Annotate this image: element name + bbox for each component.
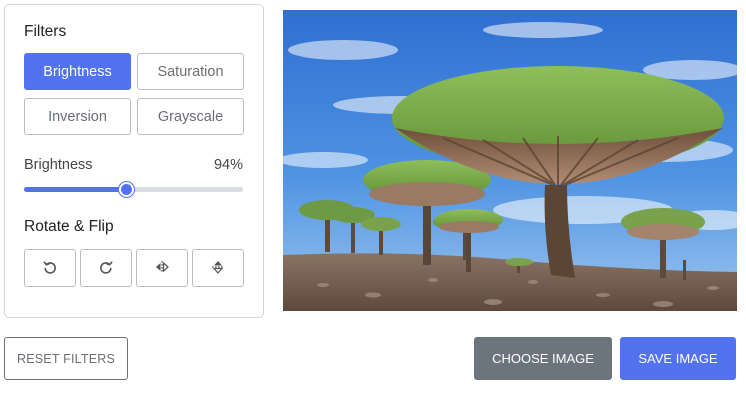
rotate-right-button[interactable] [80, 249, 132, 287]
rotate-left-button[interactable] [24, 249, 76, 287]
image-preview [283, 10, 737, 311]
flip-vertical-button[interactable] [192, 249, 244, 287]
brightness-slider[interactable] [24, 182, 243, 197]
dragon-blood-tree-photo [283, 10, 737, 311]
flip-horizontal-button[interactable] [136, 249, 188, 287]
filter-inversion-button[interactable]: Inversion [24, 98, 131, 135]
slider-name-label: Brightness [24, 157, 93, 173]
flip-horizontal-icon [154, 259, 170, 278]
slider-fill [24, 187, 127, 192]
filter-grayscale-button[interactable]: Grayscale [137, 98, 244, 135]
slider-thumb[interactable] [119, 182, 135, 197]
filters-title: Filters [24, 23, 67, 40]
filters-panel: Filters Brightness Saturation Inversion … [4, 4, 264, 318]
rotate-left-icon [42, 259, 58, 278]
choose-image-button[interactable]: CHOOSE IMAGE [474, 337, 612, 380]
rotate-right-icon [98, 259, 114, 278]
save-image-button[interactable]: SAVE IMAGE [620, 337, 736, 380]
reset-filters-button[interactable]: RESET FILTERS [4, 337, 128, 380]
filter-brightness-button[interactable]: Brightness [24, 53, 131, 90]
slider-value-label: 94% [213, 157, 243, 173]
filter-saturation-button[interactable]: Saturation [137, 53, 244, 90]
flip-vertical-icon [210, 259, 226, 278]
rotate-flip-title: Rotate & Flip [24, 218, 114, 235]
